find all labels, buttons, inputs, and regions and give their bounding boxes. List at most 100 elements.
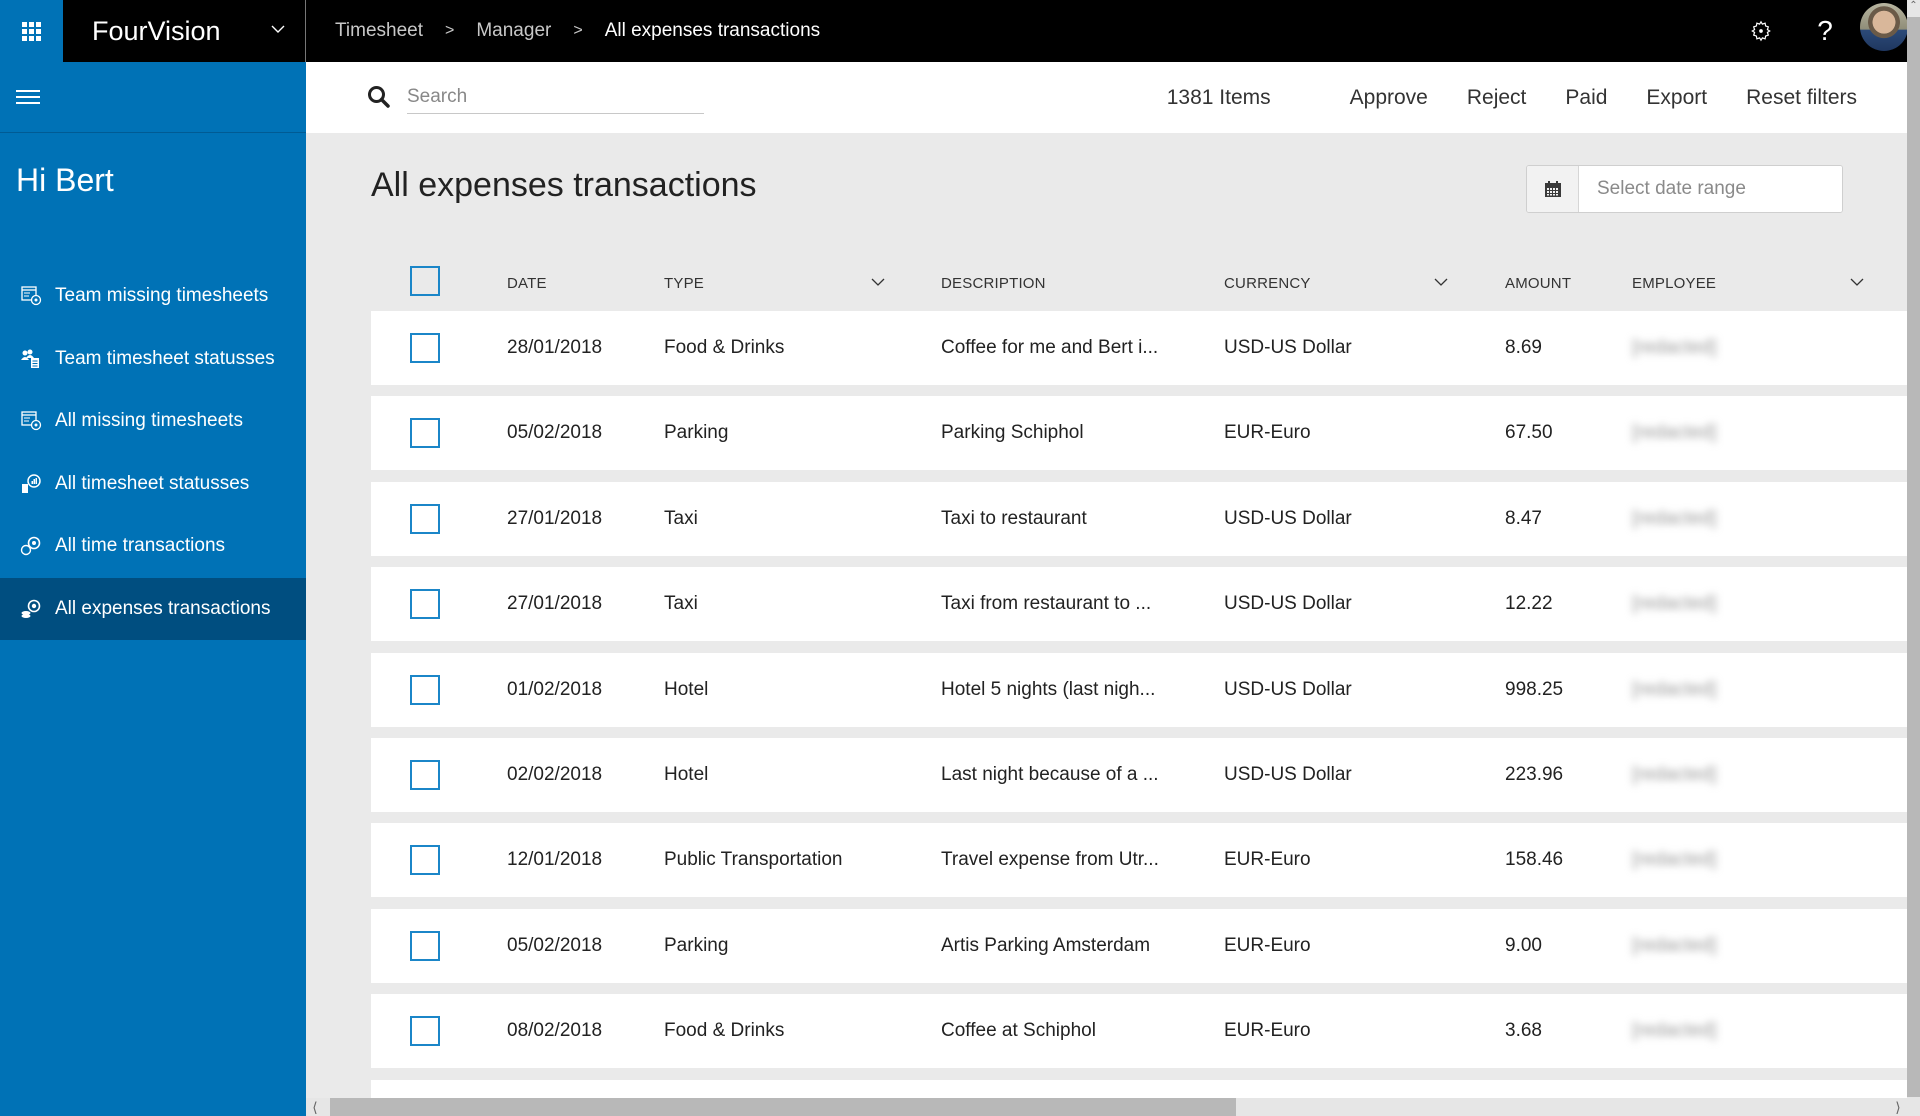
chevron-down-icon[interactable] (1850, 275, 1864, 289)
table-row[interactable]: 08/02/2018 Food & Drinks Coffee at Schip… (371, 994, 1907, 1069)
table-row[interactable]: 27/01/2018 Taxi Taxi from restaurant to … (371, 567, 1907, 642)
cell-amount: 158.46 (1505, 849, 1564, 871)
redacted-employee-name: [redacted] (1632, 337, 1717, 358)
app-launcher-button[interactable] (0, 0, 63, 62)
item-count: 1381 Items (1166, 85, 1271, 109)
select-all-checkbox[interactable] (410, 266, 440, 296)
table-row[interactable]: 27/01/2018 Taxi Taxi to restaurant USD-U… (371, 481, 1907, 556)
table-row[interactable]: 05/02/2018 Parking Artis Parking Amsterd… (371, 908, 1907, 983)
reject-button[interactable]: Reject (1467, 86, 1527, 110)
cell-date: 12/01/2018 (507, 849, 603, 871)
sidebar-item-all-time-transactions[interactable]: All time transactions (0, 515, 306, 578)
column-header-amount[interactable]: AMOUNT (1505, 275, 1571, 292)
redacted-employee-name: [redacted] (1632, 763, 1717, 785)
cell-employee: [redacted] (1632, 909, 1717, 983)
scroll-right-arrow-icon[interactable]: ⟩ (1891, 1098, 1905, 1116)
cell-type: Parking (664, 422, 729, 444)
chevron-down-icon[interactable] (871, 275, 885, 289)
help-button[interactable]: ? (1808, 0, 1842, 62)
horizontal-scrollbar[interactable]: ⟨ ⟩ (306, 1098, 1907, 1116)
cell-currency: USD-US Dollar (1224, 678, 1352, 700)
column-header-currency[interactable]: CURRENCY (1224, 275, 1311, 292)
row-checkbox[interactable] (410, 333, 440, 363)
cell-date: 05/02/2018 (507, 934, 603, 956)
breadcrumb-current: All expenses transactions (604, 20, 821, 41)
waffle-icon (22, 21, 41, 41)
sidebar-item-team-missing-timesheets[interactable]: Team missing timesheets (0, 265, 306, 328)
divider (305, 0, 306, 62)
brand-switcher[interactable]: FourVision (63, 0, 305, 62)
search-icon[interactable] (366, 84, 392, 110)
cell-type: Taxi (664, 593, 698, 615)
breadcrumb-manager[interactable]: Manager (476, 20, 551, 42)
cell-date: 28/01/2018 (507, 337, 603, 358)
cell-amount: 8.69 (1505, 337, 1542, 358)
table-row[interactable]: 28/01/2018 Food & Drinks Coffee for me a… (371, 311, 1907, 385)
breadcrumb-timesheet[interactable]: Timesheet (335, 20, 423, 42)
column-header-employee[interactable]: EMPLOYEE (1632, 275, 1716, 292)
sidebar-item-label: All time transactions (55, 535, 226, 557)
time-transaction-icon (20, 535, 42, 557)
cell-employee: [redacted] (1632, 994, 1717, 1068)
chevron-down-icon[interactable] (1434, 275, 1448, 289)
sidebar-item-all-expenses-transactions[interactable]: All expenses transactions (0, 577, 306, 640)
redacted-employee-name: [redacted] (1632, 1020, 1717, 1042)
cell-employee: [redacted] (1632, 396, 1717, 470)
user-avatar[interactable] (1860, 3, 1908, 51)
cell-currency: USD-US Dollar (1224, 507, 1352, 529)
table-header: DATE TYPE DESCRIPTION CURRENCY AMOUNT EM… (371, 255, 1907, 311)
table-row[interactable]: 02/02/2018 Hotel Last night because of a… (371, 737, 1907, 812)
row-checkbox[interactable] (410, 503, 440, 534)
scroll-up-arrow-icon[interactable]: ⌃ (1907, 0, 1920, 17)
cell-type: Hotel (664, 678, 709, 700)
sidebar-item-all-timesheet-statusses[interactable]: All timesheet statusses (0, 453, 306, 516)
paid-button[interactable]: Paid (1565, 86, 1607, 110)
search-input[interactable] (407, 80, 704, 114)
row-checkbox[interactable] (410, 589, 440, 620)
cell-date: 27/01/2018 (507, 593, 603, 615)
cell-date: 27/01/2018 (507, 507, 603, 529)
cell-amount: 9.00 (1505, 934, 1542, 956)
row-checkbox[interactable] (410, 674, 440, 705)
row-checkbox[interactable] (410, 845, 440, 876)
redacted-employee-name: [redacted] (1632, 934, 1717, 956)
row-checkbox[interactable] (410, 930, 440, 961)
approve-button[interactable]: Approve (1350, 86, 1428, 110)
cell-date: 08/02/2018 (507, 1020, 603, 1042)
cell-amount: 67.50 (1505, 422, 1553, 444)
column-header-description[interactable]: DESCRIPTION (941, 275, 1046, 292)
calendar-clock-icon (20, 285, 42, 307)
cell-employee: [redacted] (1632, 738, 1717, 812)
cell-description: Parking Schiphol (941, 422, 1084, 444)
table-row[interactable]: 12/01/2018 Public Transportation Travel … (371, 823, 1907, 898)
question-icon: ? (1817, 15, 1833, 46)
column-header-date[interactable]: DATE (507, 275, 547, 292)
cell-currency: EUR-Euro (1224, 934, 1311, 956)
horizontal-scrollbar-thumb[interactable] (330, 1098, 1236, 1116)
date-range-input[interactable] (1579, 166, 1842, 212)
cell-type: Food & Drinks (664, 337, 785, 358)
reset-filters-button[interactable]: Reset filters (1746, 86, 1857, 110)
cell-type: Public Transportation (664, 849, 843, 871)
cell-date: 05/02/2018 (507, 422, 603, 444)
export-button[interactable]: Export (1646, 86, 1707, 110)
row-checkbox[interactable] (410, 759, 440, 790)
column-header-type[interactable]: TYPE (664, 275, 704, 292)
row-checkbox[interactable] (410, 1016, 440, 1047)
cell-amount: 3.68 (1505, 1020, 1542, 1042)
vertical-scrollbar[interactable]: ⌃ (1907, 0, 1920, 1116)
table-row[interactable]: 01/02/2018 Hotel Hotel 5 nights (last ni… (371, 652, 1907, 727)
row-checkbox[interactable] (410, 418, 440, 449)
team-list-icon (20, 348, 42, 370)
vertical-scrollbar-thumb[interactable] (1907, 17, 1920, 1097)
settings-button[interactable] (1744, 0, 1778, 62)
sidebar-item-all-missing-timesheets[interactable]: All missing timesheets (0, 390, 306, 453)
cell-employee: [redacted] (1632, 823, 1717, 897)
command-bar: 1381 Items Approve Reject Paid Export Re… (306, 62, 1907, 133)
sidebar-item-team-timesheet-statusses[interactable]: Team timesheet statusses (0, 328, 306, 391)
calendar-button[interactable] (1527, 166, 1579, 212)
hamburger-menu-icon[interactable] (16, 90, 40, 106)
scroll-left-arrow-icon[interactable]: ⟨ (308, 1098, 322, 1116)
cell-description: Coffee at Schiphol (941, 1020, 1096, 1042)
table-row[interactable]: 05/02/2018 Parking Parking Schiphol EUR-… (371, 396, 1907, 471)
